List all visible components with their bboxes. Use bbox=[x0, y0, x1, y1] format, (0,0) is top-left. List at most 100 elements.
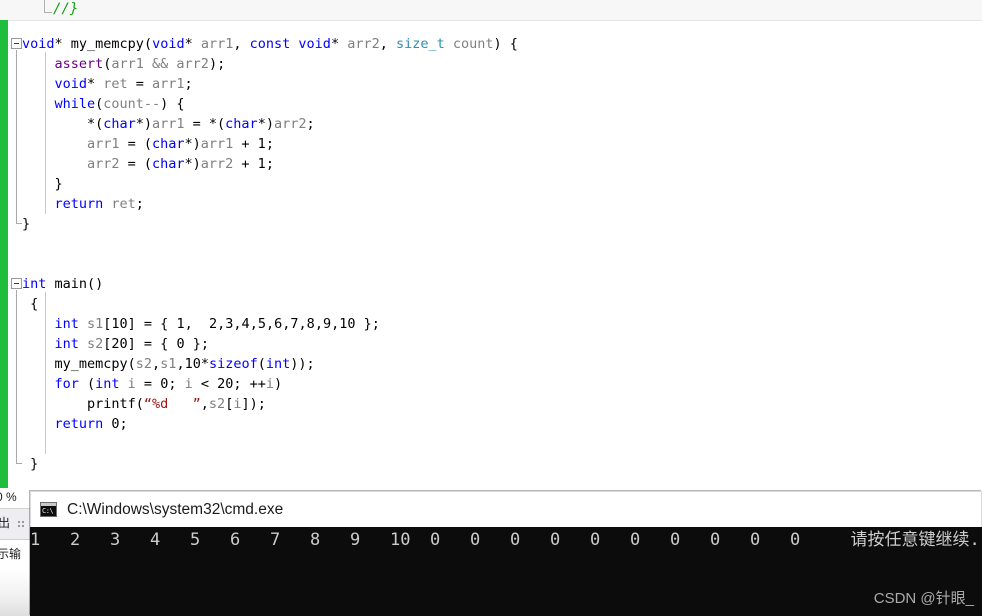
code-token: 1 bbox=[257, 136, 266, 152]
code-token: , bbox=[314, 316, 323, 332]
code-token: arr1 bbox=[111, 56, 144, 72]
console-output-value: 1 bbox=[30, 530, 41, 550]
code-token: *) bbox=[257, 116, 274, 132]
panel-grip-icon[interactable] bbox=[18, 521, 26, 527]
code-token: + bbox=[233, 156, 258, 172]
code-line: { bbox=[30, 294, 38, 314]
code-token: my_memcpy bbox=[54, 356, 128, 372]
code-token: , bbox=[233, 316, 242, 332]
console-output-value: 8 bbox=[310, 530, 321, 550]
code-token: * bbox=[184, 36, 201, 52]
code-token: + bbox=[233, 136, 258, 152]
code-token: char bbox=[103, 116, 136, 132]
code-token: ; bbox=[168, 376, 185, 392]
code-text-surface[interactable]: void* my_memcpy(void* arr1, const void* … bbox=[0, 20, 982, 488]
code-line: return 0; bbox=[54, 414, 127, 434]
code-token: ( bbox=[257, 356, 266, 372]
code-token: ( bbox=[127, 356, 136, 372]
code-token: * bbox=[330, 36, 348, 52]
console-output-value: 2 bbox=[70, 530, 81, 550]
console-output-value: 9 bbox=[350, 530, 361, 550]
code-token: 0 bbox=[111, 416, 120, 432]
code-token: arr2 bbox=[176, 56, 209, 72]
code-token: s1 bbox=[87, 316, 104, 332]
code-token: , bbox=[331, 316, 340, 332]
code-token: while bbox=[54, 96, 96, 112]
code-token: *) bbox=[184, 156, 201, 172]
console-output-value: 0 bbox=[430, 530, 441, 550]
code-line: arr1 = (char*)arr1 + 1; bbox=[87, 134, 274, 154]
code-line: arr2 = (char*)arr2 + 1; bbox=[87, 154, 274, 174]
code-token: ret bbox=[103, 76, 128, 92]
console-output-value: 0 bbox=[470, 530, 481, 550]
editor-zoom-control[interactable]: 0 % bbox=[0, 488, 30, 509]
console-output-area[interactable]: 1 2 3 4 5 6 7 8 9 10 0 0 0 0 0 0 0 0 0 0 请按任意键继续. bbox=[30, 527, 982, 616]
output-panel-text: 示输 bbox=[0, 547, 22, 561]
output-panel-tabbar[interactable]: 出 bbox=[0, 509, 30, 540]
code-token: 1 bbox=[176, 316, 185, 332]
code-line: *(char*)arr1 = *(char*)arr2; bbox=[87, 114, 315, 134]
code-token: , bbox=[176, 356, 185, 372]
code-token: int bbox=[265, 356, 291, 372]
code-token: void bbox=[22, 36, 55, 52]
code-token: ) { bbox=[160, 96, 185, 112]
code-line: while(count--) { bbox=[54, 94, 184, 114]
code-token: arr2 bbox=[86, 156, 120, 172]
code-token: int bbox=[54, 336, 79, 352]
console-press-any-key-prompt: 请按任意键继续. bbox=[830, 530, 980, 550]
code-token: 10 bbox=[184, 356, 201, 372]
code-token: *) bbox=[135, 116, 152, 132]
code-token: s2 bbox=[135, 356, 153, 372]
code-token: arr1 bbox=[152, 76, 185, 92]
code-token: ; ++ bbox=[233, 376, 266, 392]
console-output-value: 5 bbox=[190, 530, 201, 550]
code-token: arr2 bbox=[273, 116, 307, 132]
code-token: i bbox=[127, 376, 136, 392]
code-token: * bbox=[86, 76, 104, 92]
output-panel-body: 示输 bbox=[0, 540, 30, 616]
code-token: ( bbox=[143, 36, 153, 52]
code-token: ; bbox=[306, 116, 315, 132]
code-token: char bbox=[151, 136, 185, 152]
code-token: printf bbox=[86, 396, 136, 412]
code-token: } bbox=[22, 216, 31, 232]
code-token: 8 bbox=[306, 316, 315, 332]
console-output-value: 3 bbox=[110, 530, 121, 550]
code-token: void bbox=[152, 36, 185, 52]
code-line: int main() bbox=[22, 274, 103, 294]
code-token: i bbox=[265, 376, 275, 392]
code-line: void* ret = arr1; bbox=[54, 74, 192, 94]
code-token: assert bbox=[54, 56, 104, 72]
code-token: , bbox=[184, 316, 209, 332]
code-token: void bbox=[298, 36, 331, 52]
code-token: ; bbox=[265, 156, 274, 172]
console-output-text: 1 2 3 4 5 6 7 8 9 10 0 0 0 0 0 0 0 0 0 0 请按任意键继续. bbox=[30, 527, 980, 554]
code-token: 0 bbox=[176, 336, 185, 352]
code-token: , bbox=[249, 316, 258, 332]
code-token: ] = { bbox=[127, 336, 177, 352]
code-token: *( bbox=[208, 116, 226, 132]
code-token: int bbox=[95, 376, 120, 392]
console-titlebar[interactable]: C:\ C:\Windows\system32\cmd.exe bbox=[30, 491, 982, 527]
code-token: arr2 bbox=[347, 36, 380, 52]
code-token: 2 bbox=[208, 316, 218, 332]
editor-top-fragment-strip: //} bbox=[0, 0, 982, 21]
code-token: && bbox=[143, 56, 177, 72]
console-window[interactable]: C:\ C:\Windows\system32\cmd.exe 1 2 3 4 5 6 7 8… bbox=[30, 491, 982, 616]
panel-bottom-shadow bbox=[0, 570, 30, 616]
code-token: count bbox=[452, 36, 494, 52]
code-token: () bbox=[87, 276, 104, 292]
code-line: printf(“%d ”,s2[i]); bbox=[87, 394, 266, 414]
console-output-value: 10 bbox=[390, 530, 411, 550]
comment-fragment: //} bbox=[53, 1, 79, 17]
code-token: *) bbox=[184, 136, 201, 152]
code-token: ( bbox=[135, 396, 144, 412]
code-token: ( bbox=[78, 376, 96, 392]
code-token: sizeof bbox=[208, 356, 258, 372]
code-token: ] = { bbox=[127, 316, 177, 332]
code-token: 10 bbox=[111, 316, 128, 332]
code-line: assert(arr1 && arr2); bbox=[54, 54, 225, 74]
console-output-value: 0 bbox=[630, 530, 641, 550]
code-token: size_t bbox=[395, 36, 445, 52]
